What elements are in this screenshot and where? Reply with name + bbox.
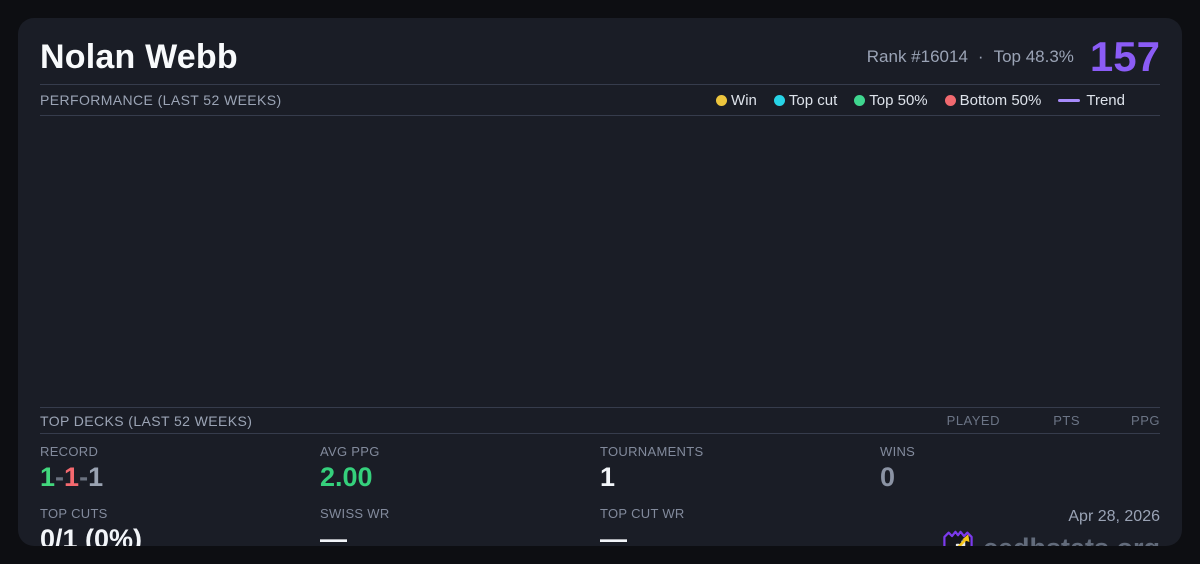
stat-top-cuts-value: 0/1 (0%) <box>40 524 143 546</box>
column-header-played: PLAYED <box>946 413 1000 428</box>
date-text: Apr 28, 2026 <box>1068 508 1160 525</box>
stat-record-value: 1-1-1 <box>40 462 320 492</box>
stat-tournaments: TOURNAMENTS 1 <box>600 434 880 492</box>
stat-record-label: RECORD <box>40 444 99 459</box>
stat-wins: WINS 0 <box>880 434 1160 492</box>
page-background: { "colors": { "accent_purple": "#8b5cf6"… <box>0 0 1200 564</box>
stat-tournaments-label: TOURNAMENTS <box>600 444 704 459</box>
win-dot-icon <box>716 94 728 106</box>
legend-label-trend: Trend <box>1086 91 1125 109</box>
page-title: Nolan Webb <box>40 37 238 76</box>
column-header-pts: PTS <box>1053 413 1080 428</box>
stat-avg-ppg-label: AVG PPG <box>320 444 380 459</box>
top-cut-dot-icon <box>773 94 785 106</box>
stat-record: RECORD 1-1-1 <box>40 434 320 492</box>
legend-item-top50: Top 50% <box>854 91 928 109</box>
stat-swiss-wr: SWISS WR — <box>320 496 600 546</box>
record-dash: - <box>55 462 65 492</box>
player-stats-card: Nolan Webb Rank #16014 · Top 48.3% 157 P… <box>18 18 1182 546</box>
legend-item-win: Win <box>716 92 757 109</box>
top-decks-columns: PLAYED PTS PPG <box>920 413 1160 428</box>
performance-chart <box>40 116 1160 407</box>
brand-link[interactable]: cedhstats.org <box>941 529 1160 546</box>
stat-tournaments-value: 1 <box>600 462 616 492</box>
column-header-ppg: PPG <box>1131 413 1160 428</box>
footer-cell: Apr 28, 2026 cedhstats.org <box>880 496 1160 546</box>
legend-item-bottom50: Bottom 50% <box>944 91 1042 109</box>
stat-top-cuts-label: TOP CUTS <box>40 506 108 521</box>
rank-line: Rank #16014 · Top 48.3% <box>867 47 1074 67</box>
card-header: Nolan Webb Rank #16014 · Top 48.3% 157 <box>40 30 1160 84</box>
record-draws: 1 <box>88 462 104 492</box>
stat-swiss-wr-value: — <box>320 524 347 546</box>
top50-dot-icon <box>854 94 866 106</box>
stat-top-cut-wr-value: — <box>600 524 627 546</box>
cedhstats-shield-logo-icon <box>943 530 973 546</box>
top-decks-header-row: TOP DECKS (LAST 52 WEEKS) PLAYED PTS PPG <box>40 408 1160 433</box>
performance-header-row: PERFORMANCE (LAST 52 WEEKS) Win Top cut … <box>40 85 1160 115</box>
stat-avg-ppg: AVG PPG 2.00 <box>320 434 600 492</box>
dot-separator: · <box>977 47 984 66</box>
stat-top-cut-wr-label: TOP CUT WR <box>600 506 685 521</box>
chart-legend: Win Top cut Top 50% Bottom 50% Trend <box>716 92 1125 109</box>
stat-top-cuts: TOP CUTS 0/1 (0%) <box>40 496 320 546</box>
brand-text: cedhstats.org <box>983 533 1160 547</box>
stat-avg-ppg-value: 2.00 <box>320 462 373 492</box>
top-decks-section-title: TOP DECKS (LAST 52 WEEKS) <box>40 412 253 429</box>
legend-item-trend: Trend <box>1058 92 1125 109</box>
summary-stats-grid: RECORD 1-1-1 AVG PPG 2.00 TOURNAMENTS 1 … <box>40 434 1160 546</box>
record-losses: 1 <box>64 462 80 492</box>
legend-label-top-cut: Top cut <box>788 91 838 109</box>
legend-label-bottom50: Bottom 50% <box>959 91 1042 109</box>
performance-section-title: PERFORMANCE (LAST 52 WEEKS) <box>40 92 282 108</box>
rank-block: Rank #16014 · Top 48.3% 157 <box>867 36 1160 78</box>
stat-wins-label: WINS <box>880 444 916 459</box>
stat-swiss-wr-label: SWISS WR <box>320 506 390 521</box>
rank-text: Rank #16014 <box>866 47 968 66</box>
legend-label-win: Win <box>731 91 757 109</box>
legend-label-top50: Top 50% <box>869 91 928 109</box>
stat-wins-value: 0 <box>880 462 896 492</box>
stat-top-cut-wr: TOP CUT WR — <box>600 496 880 546</box>
top-percent-text: Top 48.3% <box>993 47 1074 66</box>
legend-item-top-cut: Top cut <box>773 91 838 109</box>
trend-line-icon <box>1058 98 1081 102</box>
bottom50-dot-icon <box>944 94 956 106</box>
score-badge: 157 <box>1089 33 1160 80</box>
record-wins: 1 <box>40 462 56 492</box>
record-dash: - <box>79 462 89 492</box>
